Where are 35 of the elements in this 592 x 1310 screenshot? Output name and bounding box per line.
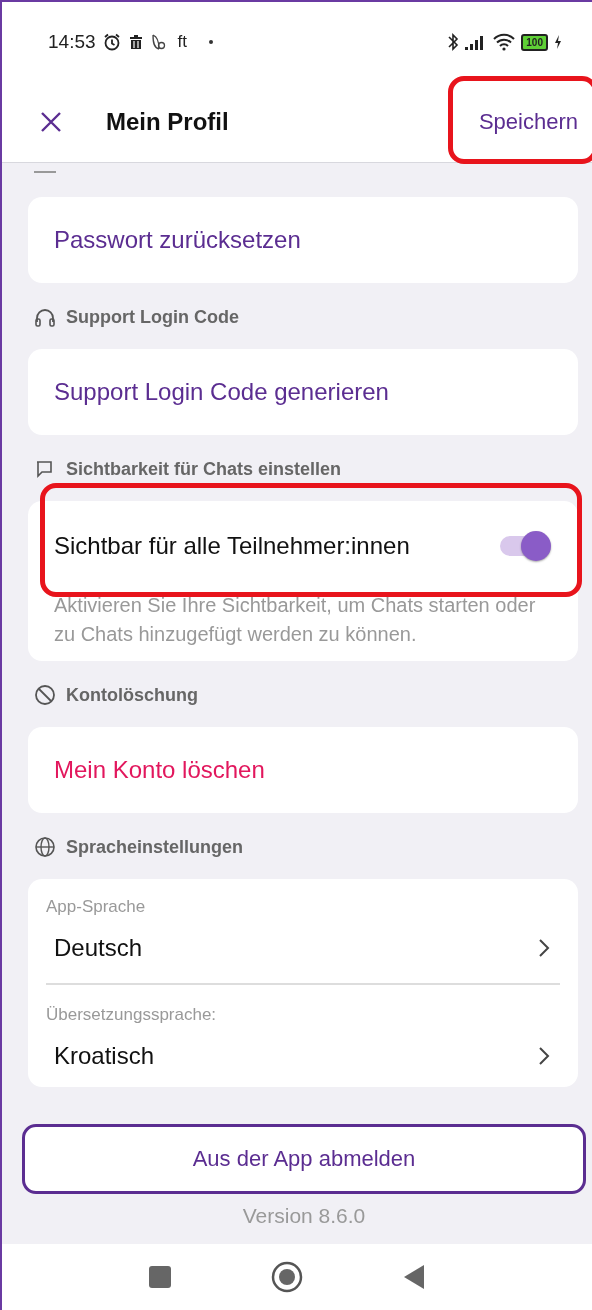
globe-icon bbox=[34, 836, 56, 858]
section-title: Kontolöschung bbox=[66, 684, 198, 706]
language-select[interactable]: Deutsch bbox=[46, 917, 560, 979]
logout-button[interactable]: Aus der App abmelden bbox=[22, 1124, 586, 1194]
language-select[interactable]: Kroatisch bbox=[46, 1025, 560, 1087]
bluetooth-icon bbox=[447, 32, 460, 52]
prohibited-icon bbox=[34, 684, 56, 706]
status-text: ft bbox=[177, 32, 187, 52]
status-time: 14:53 bbox=[48, 31, 96, 53]
charging-icon bbox=[554, 35, 562, 49]
wifi-icon bbox=[493, 33, 516, 51]
section-title: Sichtbarkeit für Chats einstellen bbox=[66, 458, 342, 480]
toggle-switch[interactable] bbox=[498, 530, 552, 562]
field-label: Übersetzungssprache: bbox=[46, 1005, 218, 1025]
toggle-label: Sichtbar für alle Teilnehmer:innen bbox=[54, 532, 411, 560]
action-button[interactable]: Mein Konto löschen bbox=[28, 727, 578, 813]
home-icon[interactable] bbox=[271, 1261, 303, 1293]
page-title: Mein Profil bbox=[106, 108, 229, 136]
leaf-icon bbox=[149, 33, 166, 51]
dot-icon bbox=[209, 40, 213, 44]
save-button[interactable]: Speichern bbox=[478, 101, 578, 143]
description-text: Aktivieren Sie Ihre Sichtbarkeit, um Chats starten oder zu Chats hinzugefügt werden zu können. bbox=[54, 593, 537, 647]
battery-level: 100 bbox=[521, 33, 548, 51]
action-button[interactable]: Passwort zurücksetzen bbox=[28, 197, 578, 283]
trash-icon bbox=[127, 33, 144, 51]
chevron-right-icon bbox=[538, 938, 550, 958]
field-label: App-Sprache bbox=[46, 897, 147, 917]
version-text: Version 8.6.0 bbox=[242, 1204, 366, 1228]
chevron-right-icon bbox=[538, 1046, 550, 1066]
close-icon[interactable] bbox=[40, 111, 62, 133]
section-title: Spracheinstellungen bbox=[66, 836, 244, 858]
back-icon[interactable] bbox=[403, 1264, 425, 1290]
section-title: Support Login Code bbox=[66, 306, 239, 328]
headphones-icon bbox=[34, 307, 56, 327]
action-button[interactable]: Support Login Code generieren bbox=[28, 349, 578, 435]
